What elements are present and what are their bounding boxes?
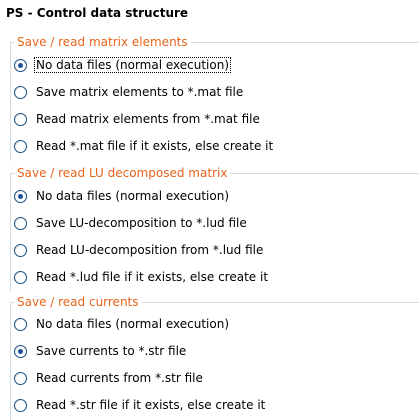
option-matrix-read-or-create[interactable]: Read *.mat file if it exists, else creat… — [14, 135, 274, 157]
group-legend-currents: Save / read currents — [15, 295, 142, 310]
option-label: No data files (normal execution) — [36, 189, 230, 203]
radio-checked-icon[interactable] — [14, 58, 27, 72]
option-label: No data files (normal execution) — [36, 317, 230, 331]
option-currents-read-or-create[interactable]: Read *.str file if it exists, else creat… — [14, 394, 266, 416]
radio-unchecked-icon[interactable] — [14, 270, 27, 284]
radio-unchecked-icon[interactable] — [14, 112, 27, 126]
group-lu-decomposed-matrix: Save / read LU decomposed matrix No data… — [10, 166, 419, 292]
option-currents-read[interactable]: Read currents from *.str file — [14, 367, 204, 389]
radio-unchecked-icon[interactable] — [14, 371, 27, 385]
option-lu-read-or-create[interactable]: Read *.lud file if it exists, else creat… — [14, 266, 269, 288]
option-label: Read LU-decomposition from *.lud file — [36, 243, 264, 257]
option-label: Read *.mat file if it exists, else creat… — [36, 139, 274, 153]
option-currents-save[interactable]: Save currents to *.str file — [14, 340, 187, 362]
option-matrix-read[interactable]: Read matrix elements from *.mat file — [14, 108, 261, 130]
radio-unchecked-icon[interactable] — [14, 243, 27, 257]
radio-unchecked-icon[interactable] — [14, 139, 27, 153]
option-label: Read currents from *.str file — [36, 371, 203, 385]
radio-checked-icon[interactable] — [14, 344, 27, 358]
option-lu-no-data-files[interactable]: No data files (normal execution) — [14, 185, 230, 207]
option-label: Read *.lud file if it exists, else creat… — [36, 270, 269, 284]
option-label: No data files (normal execution) — [33, 57, 232, 73]
group-matrix-elements: Save / read matrix elements No data file… — [10, 35, 419, 161]
option-label: Read matrix elements from *.mat file — [36, 112, 260, 126]
radio-unchecked-icon[interactable] — [14, 85, 27, 99]
panel-title: PS - Control data structure — [6, 6, 189, 20]
radio-unchecked-icon[interactable] — [14, 398, 27, 412]
radio-unchecked-icon[interactable] — [14, 216, 27, 230]
option-label: Save currents to *.str file — [36, 344, 187, 358]
option-lu-save[interactable]: Save LU-decomposition to *.lud file — [14, 212, 248, 234]
option-label: Save LU-decomposition to *.lud file — [36, 216, 247, 230]
radio-checked-icon[interactable] — [14, 189, 27, 203]
option-label: Read *.str file if it exists, else creat… — [36, 398, 266, 412]
radio-unchecked-icon[interactable] — [14, 317, 27, 331]
group-legend-matrix-elements: Save / read matrix elements — [15, 35, 191, 50]
option-currents-no-data-files[interactable]: No data files (normal execution) — [14, 313, 230, 335]
group-legend-lu-decomposed: Save / read LU decomposed matrix — [15, 166, 231, 181]
option-matrix-no-data-files[interactable]: No data files (normal execution) — [14, 54, 232, 76]
option-matrix-save[interactable]: Save matrix elements to *.mat file — [14, 81, 244, 103]
group-currents: Save / read currents No data files (norm… — [10, 295, 419, 420]
option-lu-read[interactable]: Read LU-decomposition from *.lud file — [14, 239, 264, 261]
option-label: Save matrix elements to *.mat file — [36, 85, 244, 99]
